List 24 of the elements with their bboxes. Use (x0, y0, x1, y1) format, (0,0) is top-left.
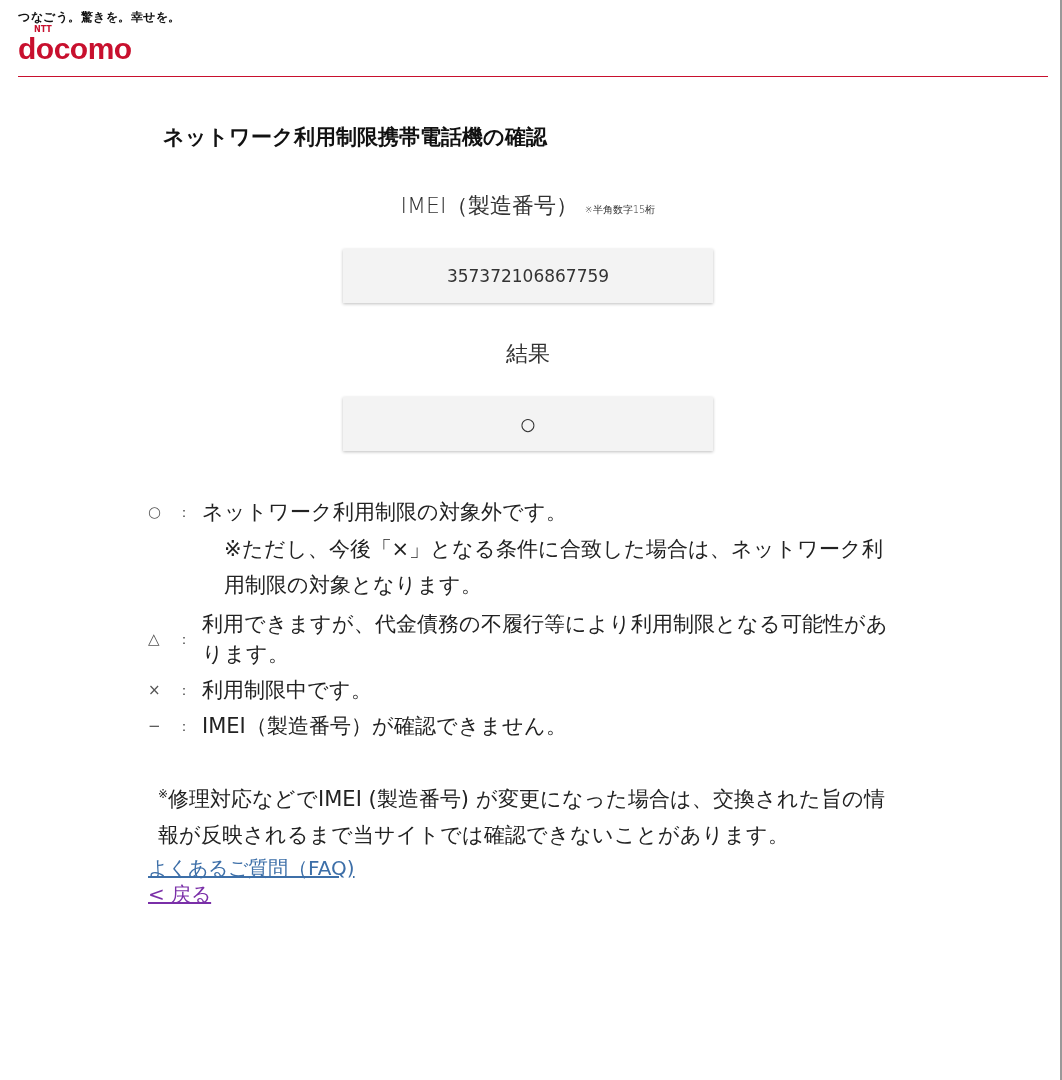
legend-separator: ： (176, 717, 192, 736)
link[interactable]: よくあるご質問（FAQ) (148, 855, 355, 881)
legend-text: ネットワーク利用制限の対象外です。 (202, 499, 568, 526)
legend-symbol: − (148, 716, 162, 737)
legend-note: ※ただし、今後「×」となる条件に合致した場合は、ネットワーク利用制限の対象となります。 (223, 536, 885, 599)
legend-text: IMEI（製造番号）が確認できません。 (202, 713, 568, 740)
field-hint: ※半角数字15桁 (584, 203, 656, 217)
legend-symbol: ○ (148, 502, 163, 523)
imei-field[interactable]: 357372106867759 (343, 249, 713, 303)
legend-symbol: △ (148, 629, 161, 650)
page-title: ネットワーク利用制限携帯電話機の確認 (163, 124, 549, 151)
logo[interactable]: NTT docomo (18, 26, 132, 64)
legend-separator: ： (176, 681, 192, 700)
legend-text: 利用できますが、代金債務の不履行等により利用制限となる可能性があります。 (202, 611, 889, 668)
link[interactable]: < 戻る (148, 881, 212, 907)
legend-text: 利用制限中です。 (202, 677, 373, 704)
legend-separator: ： (176, 503, 192, 522)
legend-separator: ： (176, 630, 192, 649)
tagline: つなごう。驚きを。幸せを。 (18, 10, 181, 24)
field-label: 結果 (506, 340, 550, 368)
result-field: ○ (343, 397, 713, 451)
field-label: IMEI（製造番号） (400, 192, 579, 220)
footnote: $^{※}$修理対応などでIMEI (製造番号) が変更になった場合は、交換された旨の情報が反映されるまで当サイトでは確認できないことがあります。 (157, 786, 886, 849)
legend-symbol: × (148, 680, 162, 701)
